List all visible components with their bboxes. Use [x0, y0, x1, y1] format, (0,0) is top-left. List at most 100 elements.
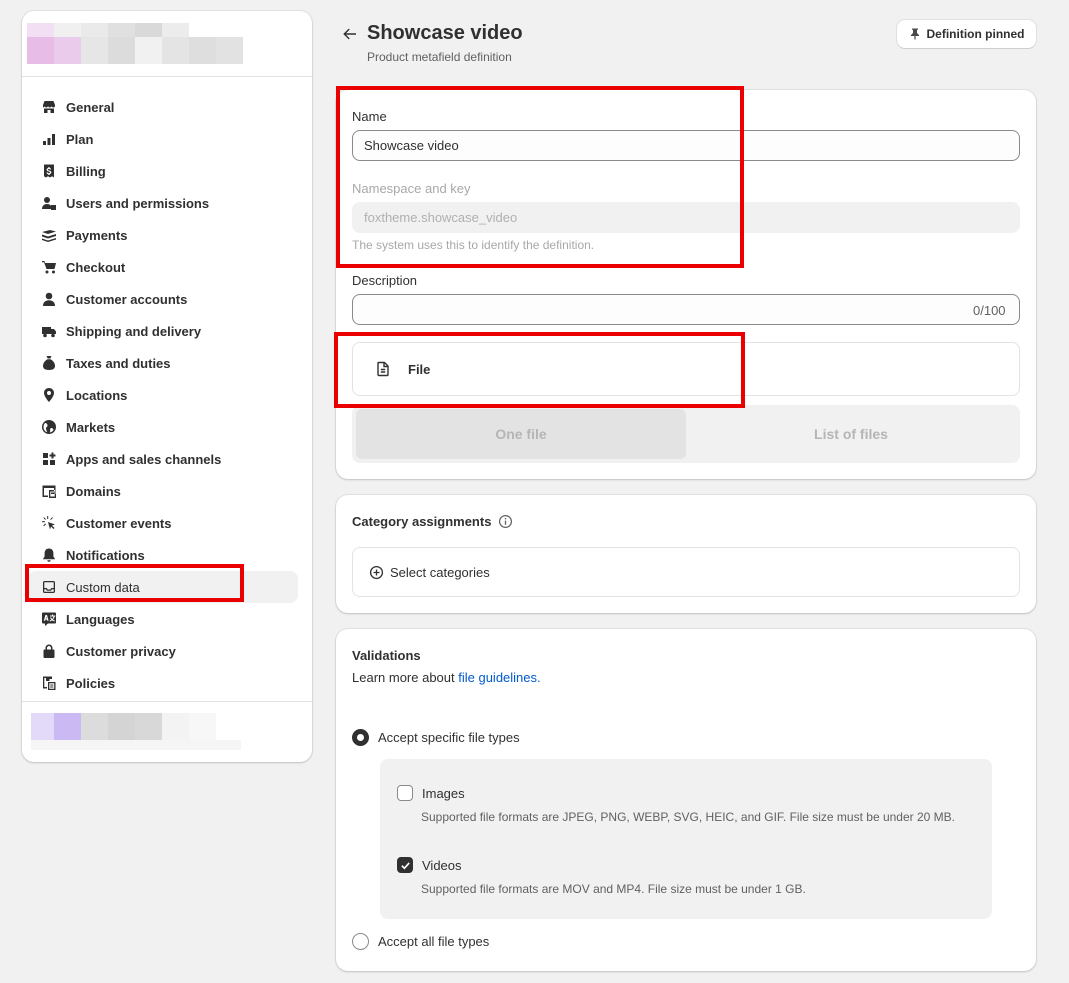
category-heading: Category assignments	[352, 514, 513, 529]
category-assignments-card: Category assignments Select categories	[336, 495, 1036, 613]
sidebar-item-label: Languages	[66, 611, 135, 627]
pin-button-label: Definition pinned	[926, 27, 1025, 41]
person-icon	[40, 290, 58, 308]
cursor-icon	[40, 514, 58, 532]
namespace-label: Namespace and key	[352, 181, 471, 196]
location-icon	[40, 386, 58, 404]
globe-icon	[40, 418, 58, 436]
custom-data-icon	[40, 578, 58, 596]
file-types-panel: Images Supported file formats are JPEG, …	[380, 759, 992, 919]
sidebar-item-checkout[interactable]: Checkout	[22, 251, 300, 283]
info-icon[interactable]	[498, 514, 513, 529]
accept-all-label: Accept all file types	[378, 934, 490, 949]
page-subtitle: Product metafield definition	[367, 50, 512, 64]
sidebar-item-label: Payments	[66, 227, 128, 243]
settings-sidebar: General Plan Billing Users and permissio…	[22, 11, 312, 762]
sidebar-item-billing[interactable]: Billing	[22, 155, 300, 187]
plan-icon	[40, 130, 58, 148]
account-block[interactable]	[22, 701, 312, 762]
sidebar-item-label: Users and permissions	[66, 195, 210, 211]
select-categories-button[interactable]: Select categories	[352, 547, 1020, 597]
sidebar-item-customer-events[interactable]: Customer events	[22, 507, 300, 539]
sidebar-item-label: Taxes and duties	[66, 355, 171, 371]
one-file-option[interactable]: One file	[356, 409, 686, 459]
file-icon	[377, 361, 389, 377]
sidebar-item-payments[interactable]: Payments	[22, 219, 300, 251]
accept-all-radio[interactable]: Accept all file types	[352, 933, 489, 950]
videos-label: Videos	[422, 857, 462, 873]
back-arrow-icon[interactable]	[340, 24, 360, 44]
users-icon	[40, 194, 58, 212]
sidebar-item-customer-accounts[interactable]: Customer accounts	[22, 283, 300, 315]
sidebar-item-label: Billing	[66, 163, 106, 179]
file-quantity-toggle: One file List of files	[352, 405, 1020, 463]
sidebar-item-apps[interactable]: Apps and sales channels	[22, 443, 300, 475]
definition-card: Name Showcase video Namespace and key fo…	[336, 90, 1036, 479]
sidebar-item-label: Markets	[66, 419, 116, 435]
domain-icon	[40, 482, 58, 500]
sidebar-item-markets[interactable]: Markets	[22, 411, 300, 443]
language-icon	[40, 610, 58, 628]
apps-icon	[40, 450, 58, 468]
accept-specific-label: Accept specific file types	[378, 730, 520, 745]
videos-checkbox[interactable]: Videos	[397, 857, 462, 873]
name-field[interactable]: Showcase video	[352, 130, 1020, 161]
description-counter: 0/100	[973, 303, 1006, 318]
sidebar-item-label: Customer privacy	[66, 643, 176, 659]
plus-circle-icon	[369, 565, 384, 579]
sidebar-item-label: Customer accounts	[66, 291, 188, 307]
billing-icon	[40, 162, 58, 180]
namespace-help: The system uses this to identify the def…	[352, 238, 595, 252]
sidebar-item-custom-data[interactable]: Custom data	[28, 571, 298, 603]
type-selector[interactable]: File	[352, 342, 1020, 396]
sidebar-item-notifications[interactable]: Notifications	[22, 539, 300, 571]
sidebar-item-label: Customer events	[66, 515, 172, 531]
sidebar-item-languages[interactable]: Languages	[22, 603, 300, 635]
category-heading-text: Category assignments	[352, 514, 492, 529]
sidebar-item-taxes[interactable]: Taxes and duties	[22, 347, 300, 379]
sidebar-item-customer-privacy[interactable]: Customer privacy	[22, 635, 300, 667]
sidebar-item-label: Locations	[66, 387, 128, 403]
page-title: Showcase video	[367, 22, 523, 44]
definition-pinned-button[interactable]: Definition pinned	[897, 20, 1036, 48]
videos-help: Supported file formats are MOV and MP4. …	[421, 882, 806, 896]
accept-specific-radio[interactable]: Accept specific file types	[352, 729, 520, 746]
namespace-field: foxtheme.showcase_video	[352, 202, 1020, 233]
description-field[interactable]	[352, 294, 1020, 325]
sidebar-item-plan[interactable]: Plan	[22, 123, 300, 155]
description-label: Description	[352, 273, 418, 288]
store-switcher[interactable]	[22, 11, 312, 77]
settings-nav: General Plan Billing Users and permissio…	[22, 77, 312, 699]
list-of-files-option[interactable]: List of files	[686, 409, 1016, 459]
radio-unselected-icon	[352, 933, 369, 950]
sidebar-item-label: Notifications	[66, 547, 145, 563]
images-checkbox[interactable]: Images	[397, 785, 465, 801]
sidebar-item-shipping[interactable]: Shipping and delivery	[22, 315, 300, 347]
images-help: Supported file formats are JPEG, PNG, WE…	[421, 810, 955, 824]
sidebar-item-label: Policies	[66, 675, 116, 691]
learn-prefix: Learn more about	[352, 670, 459, 685]
type-label: File	[408, 361, 431, 377]
select-categories-label: Select categories	[390, 564, 490, 580]
validations-heading: Validations	[352, 648, 421, 663]
bell-icon	[40, 546, 58, 564]
sidebar-item-label: General	[66, 99, 115, 115]
file-guidelines-link[interactable]: file guidelines.	[458, 670, 540, 685]
sidebar-item-users[interactable]: Users and permissions	[22, 187, 300, 219]
sidebar-item-label: Custom data	[66, 579, 140, 595]
lock-icon	[40, 642, 58, 660]
truck-icon	[40, 322, 58, 340]
tax-icon	[40, 354, 58, 372]
checkbox-checked-icon	[397, 857, 413, 873]
sidebar-item-locations[interactable]: Locations	[22, 379, 300, 411]
sidebar-item-general[interactable]: General	[22, 91, 300, 123]
sidebar-item-domains[interactable]: Domains	[22, 475, 300, 507]
payments-icon	[40, 226, 58, 244]
store-icon	[40, 98, 58, 116]
sidebar-item-label: Apps and sales channels	[66, 451, 222, 467]
sidebar-item-policies[interactable]: Policies	[22, 667, 300, 699]
cart-icon	[40, 258, 58, 276]
validations-learn-more: Learn more about file guidelines.	[352, 670, 541, 685]
radio-selected-icon	[352, 729, 369, 746]
name-label: Name	[352, 109, 387, 124]
